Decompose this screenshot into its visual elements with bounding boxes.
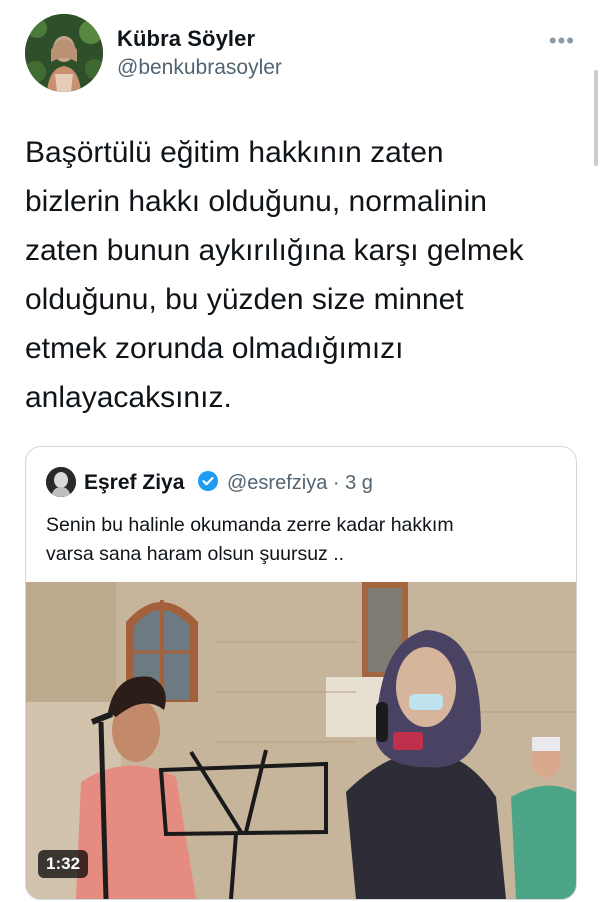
video-scene <box>26 582 576 899</box>
quoted-author-handle[interactable]: @esrefziya · 3 g <box>227 472 373 495</box>
verified-badge-icon <box>198 471 218 491</box>
video-thumbnail[interactable]: 1:32 <box>26 582 576 899</box>
tweet-text-line: zaten bunun aykırılığına karşı gelmek <box>25 234 524 267</box>
tweet-text-line: etmek zorunda olmadığımızı <box>25 332 404 365</box>
tweet-text: Başörtülü eğitim hakkının zaten bizlerin… <box>25 128 570 422</box>
author-handle[interactable]: @benkubrasoyler <box>117 56 282 80</box>
quoted-author-name[interactable]: Eşref Ziya <box>84 471 184 495</box>
tweet-header: Kübra Söyler @benkubrasoyler ••• <box>25 14 585 94</box>
quoted-tweet[interactable]: Eşref Ziya @esrefziya · 3 g Senin bu hal… <box>25 446 577 900</box>
quoted-tweet-header: Eşref Ziya @esrefziya · 3 g <box>46 467 566 497</box>
tweet-text-line: anlayacaksınız. <box>25 381 232 414</box>
scrollbar[interactable] <box>594 70 598 166</box>
tweet-text-line: bizlerin hakkı olduğunu, normalinin <box>25 185 487 218</box>
quoted-text-line: Senin bu halinle okumanda zerre kadar ha… <box>46 514 454 536</box>
author-name[interactable]: Kübra Söyler <box>117 26 255 52</box>
tweet-text-line: Başörtülü eğitim hakkının zaten <box>25 136 444 169</box>
quoted-author-avatar[interactable] <box>46 467 76 497</box>
quoted-text-line: varsa sana haram olsun şuursuz .. <box>46 543 345 565</box>
video-duration: 1:32 <box>38 850 89 878</box>
quoted-tweet-text: Senin bu halinle okumanda zerre kadar ha… <box>46 511 556 569</box>
tweet-text-line: olduğunu, bu yüzden size minnet <box>25 283 464 316</box>
author-avatar[interactable] <box>25 14 103 92</box>
more-horizontal-icon[interactable]: ••• <box>549 28 575 54</box>
